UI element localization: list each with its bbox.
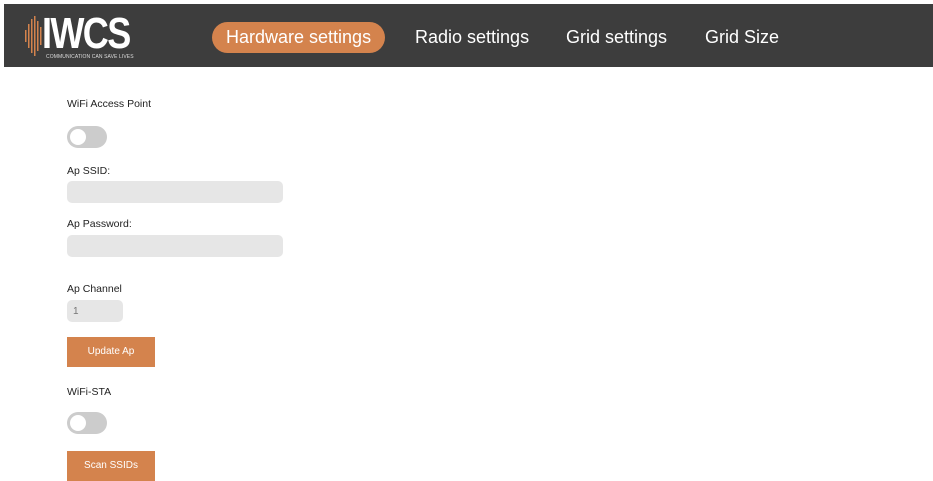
ap-channel-input[interactable]: [67, 300, 123, 322]
logo-tagline: COMMUNICATION CAN SAVE LIVES: [46, 54, 134, 60]
ap-password-label: Ap Password:: [67, 218, 132, 230]
toggle-knob: [70, 129, 86, 145]
iwcs-logo[interactable]: IWCS COMMUNICATION CAN SAVE LIVES: [24, 10, 156, 64]
ap-ssid-label: Ap SSID:: [67, 165, 111, 177]
top-navbar: IWCS COMMUNICATION CAN SAVE LIVES Hardwa…: [4, 4, 933, 67]
update-ap-button[interactable]: Update Ap: [67, 337, 155, 367]
wifi-ap-toggle[interactable]: [67, 126, 107, 148]
wifi-ap-label: WiFi Access Point: [67, 98, 152, 110]
ap-password-input[interactable]: [67, 235, 283, 257]
wifi-sta-label: WiFi-STA: [67, 386, 112, 398]
nav-grid-settings[interactable]: Grid settings: [566, 22, 667, 53]
nav-hardware-settings[interactable]: Hardware settings: [212, 22, 386, 53]
wifi-sta-toggle[interactable]: [67, 412, 107, 434]
toggle-knob: [70, 415, 86, 431]
ap-channel-label: Ap Channel: [67, 283, 122, 295]
ap-ssid-input[interactable]: [67, 181, 283, 203]
logo-wordmark: IWCS: [42, 9, 131, 58]
scan-ssids-button[interactable]: Scan SSIDs: [67, 451, 155, 481]
nav-grid-size[interactable]: Grid Size: [705, 22, 779, 53]
nav-radio-settings[interactable]: Radio settings: [415, 22, 529, 53]
